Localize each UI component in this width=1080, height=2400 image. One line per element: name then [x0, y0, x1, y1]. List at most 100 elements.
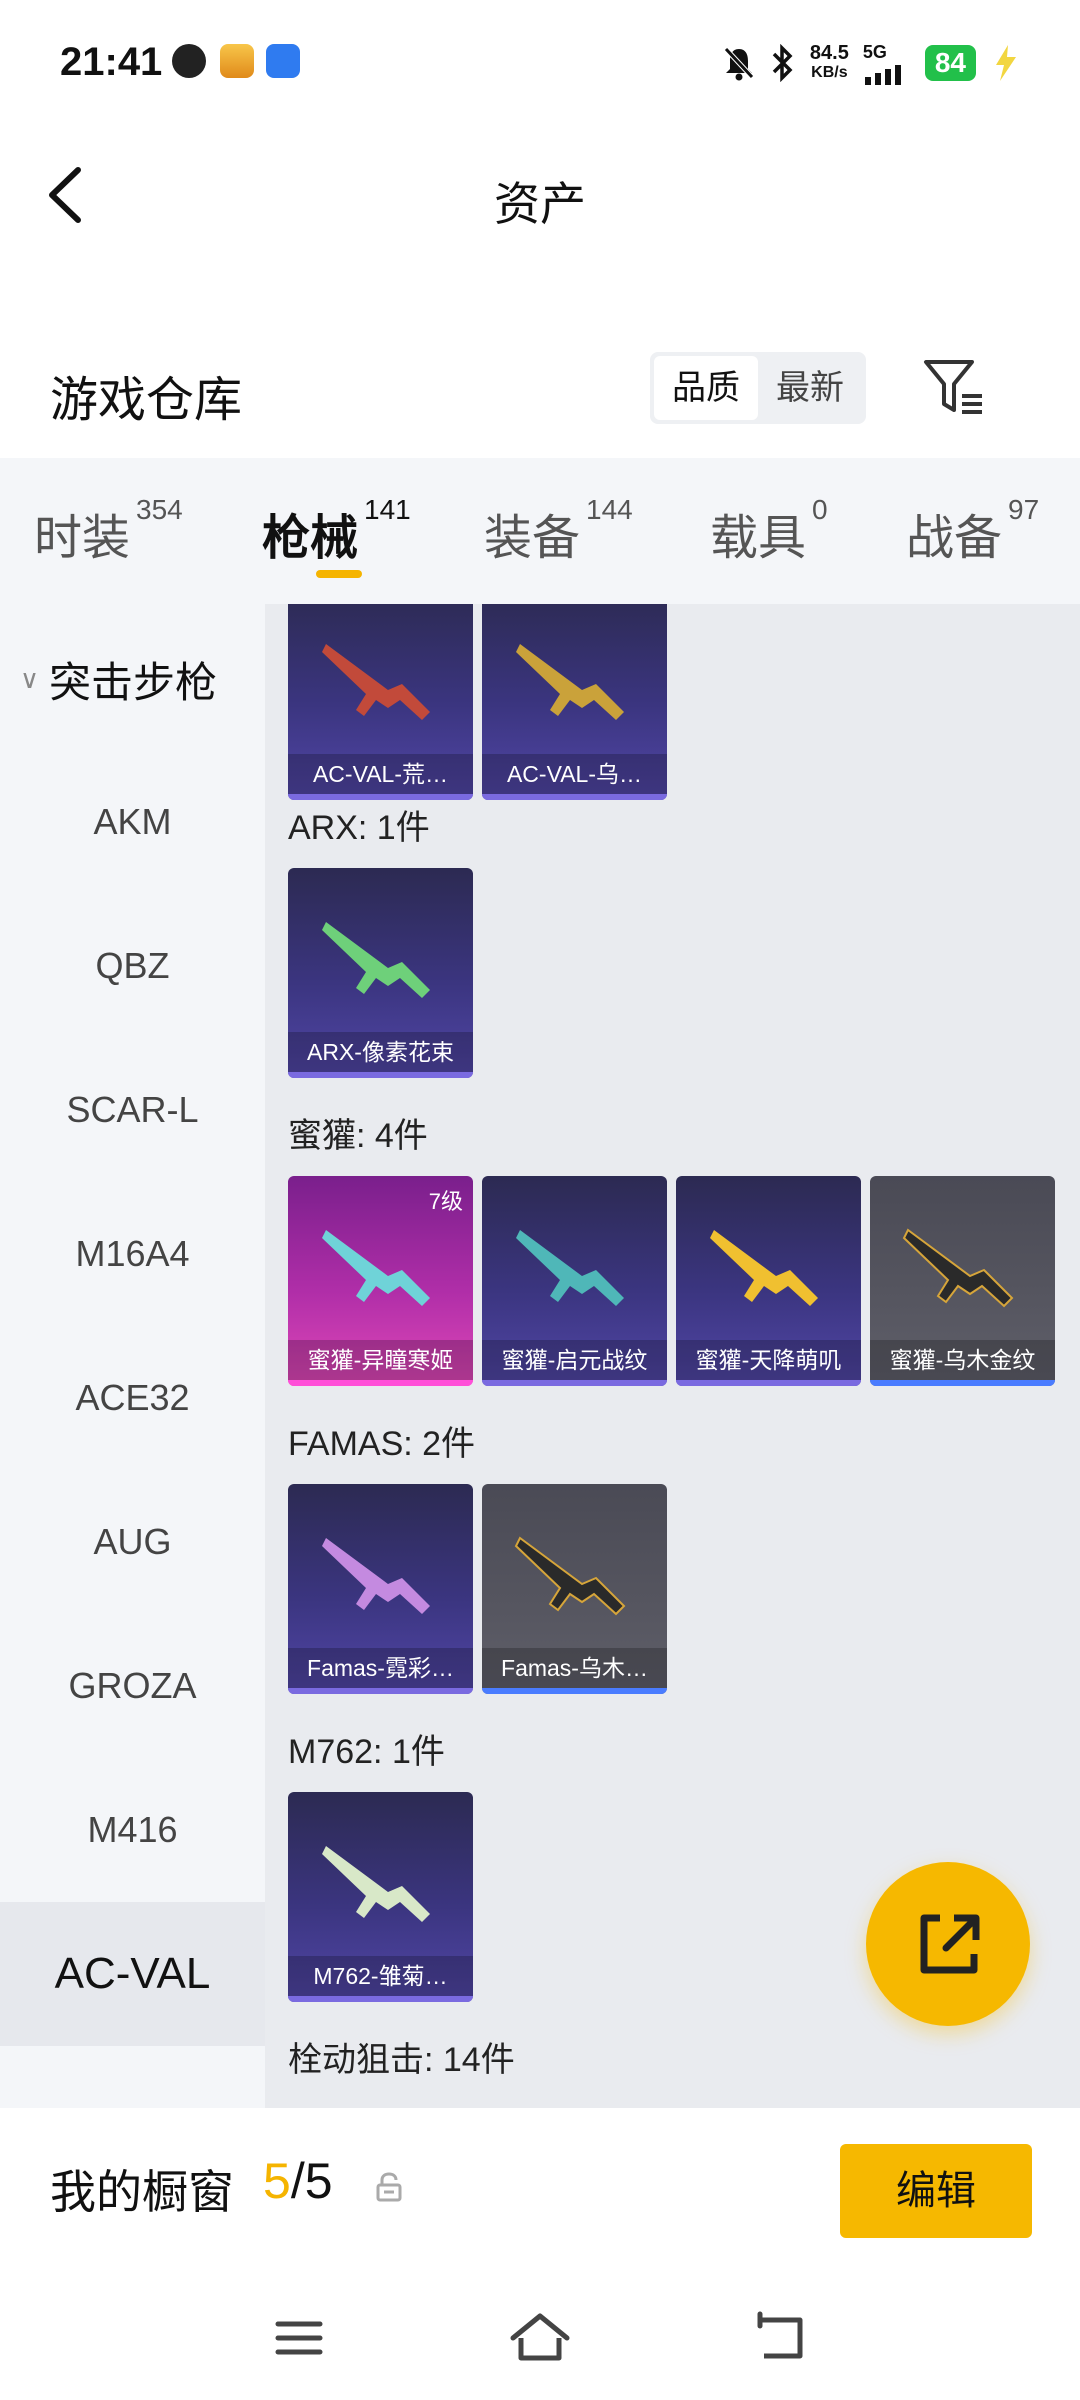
- showcase-separator: /: [290, 2153, 305, 2209]
- weapon-card-label: Famas-霓彩…: [288, 1648, 473, 1688]
- rifle-icon: [322, 1846, 430, 1922]
- group-title-bolt-action-sniper: 栓动狙击: 14件: [288, 2041, 515, 2079]
- showcase-current: 5: [263, 2153, 291, 2209]
- page-title: 资产: [494, 178, 586, 230]
- weapon-card-label: M762-雏菊…: [288, 1956, 473, 1996]
- warehouse-title: 游戏仓库: [50, 374, 243, 427]
- sidebar-item-ac-val[interactable]: AC-VAL: [0, 1902, 265, 2046]
- arx-row: ARX-像素花束: [288, 868, 473, 1078]
- weapon-card-label: Famas-乌木…: [482, 1648, 667, 1688]
- tab-firearms[interactable]: 枪械141: [262, 494, 411, 568]
- net-type: 5G: [862, 41, 887, 62]
- tab-vehicles[interactable]: 载具0: [710, 494, 828, 568]
- rifle-icon: [514, 1536, 626, 1616]
- share-fab-button[interactable]: [866, 1862, 1030, 2026]
- rarity-bar: [288, 1688, 473, 1694]
- active-tab-indicator: [316, 570, 362, 578]
- sort-toggle: 品质 最新: [650, 352, 866, 424]
- sort-newest-button[interactable]: 最新: [758, 356, 862, 420]
- sidebar-group-assault-rifles[interactable]: ∨ 突击步枪: [0, 644, 265, 714]
- weapon-card[interactable]: ARX-像素花束: [288, 868, 473, 1078]
- signal-block: 5G: [863, 42, 911, 85]
- bluetooth-icon: [772, 44, 793, 82]
- rifle-icon: [902, 1228, 1014, 1308]
- net-speed-unit: KB/s: [811, 64, 848, 81]
- edit-showcase-button[interactable]: 编辑: [840, 2144, 1032, 2238]
- tab-vehicles-label: 载具: [710, 512, 807, 565]
- tab-firearms-count: 141: [364, 494, 411, 525]
- weapon-card[interactable]: 蜜獾-启元战纹: [482, 1176, 667, 1386]
- tab-equipment[interactable]: 装备144: [484, 494, 633, 568]
- tab-supplies-count: 97: [1008, 494, 1040, 525]
- sidebar-item-m416[interactable]: M416: [0, 1758, 265, 1902]
- weapon-card-label: 蜜獾-乌木金纹: [870, 1340, 1055, 1380]
- weapon-card-label: AC-VAL-荒…: [288, 754, 473, 794]
- rifle-icon: [516, 644, 624, 720]
- rarity-bar: [288, 1996, 473, 2002]
- weapon-card[interactable]: M762-雏菊…: [288, 1792, 473, 2002]
- weapon-card-label: 蜜獾-异瞳寒姬: [288, 1340, 473, 1380]
- sidebar-item-aug[interactable]: AUG: [0, 1470, 265, 1614]
- sidebar-item-ace32[interactable]: ACE32: [0, 1326, 265, 1470]
- weapon-card[interactable]: 蜜獾-乌木金纹: [870, 1176, 1055, 1386]
- rifle-icon: [322, 1230, 430, 1306]
- honey-badger-row: 7级 蜜獾-异瞳寒姬 蜜獾-启元战纹 蜜獾-天降萌叽 蜜獾-乌木金纹: [288, 1176, 1055, 1386]
- chevron-down-icon: ∨: [20, 663, 40, 694]
- back-nav-icon[interactable]: [746, 2308, 816, 2368]
- rifle-icon: [516, 1230, 624, 1306]
- tab-fashion[interactable]: 时装354: [34, 494, 183, 568]
- game-app-icon: [220, 44, 254, 78]
- broadcast-app-icon: [266, 44, 300, 78]
- weapon-card[interactable]: AC-VAL-乌…: [482, 604, 667, 800]
- sidebar-item-akm[interactable]: AKM: [0, 750, 265, 894]
- sidebar-item-groza[interactable]: GROZA: [0, 1614, 265, 1758]
- net-speed-value: 84.5: [809, 42, 849, 64]
- weapon-card-label: 蜜獾-启元战纹: [482, 1340, 667, 1380]
- system-nav-bar: [0, 2278, 1080, 2400]
- famas-row: Famas-霓彩… Famas-乌木…: [288, 1484, 667, 1694]
- acval-row: AC-VAL-荒… AC-VAL-乌…: [288, 604, 667, 800]
- status-right: 84.5 KB/s 5G 84: [722, 38, 1020, 88]
- showcase-label: 我的橱窗: [50, 2166, 234, 2218]
- weapon-card-label: ARX-像素花束: [288, 1032, 473, 1072]
- weapon-card[interactable]: Famas-乌木…: [482, 1484, 667, 1694]
- showcase-bar: 我的橱窗 5/5 编辑: [0, 2108, 1080, 2278]
- rifle-icon: [322, 922, 430, 998]
- menu-icon[interactable]: [264, 2308, 334, 2368]
- group-title-arx: ARX: 1件: [288, 809, 430, 847]
- status-time: 21:41: [60, 40, 163, 84]
- charging-icon: [996, 45, 1016, 81]
- sort-quality-button[interactable]: 品质: [654, 356, 758, 420]
- category-tabs: 时装354 枪械141 装备144 载具0 战备97: [0, 458, 1080, 604]
- rarity-bar: [288, 1380, 473, 1386]
- rifle-icon: [322, 644, 430, 720]
- net-speed: 84.5 KB/s: [810, 43, 849, 83]
- weapon-card[interactable]: Famas-霓彩…: [288, 1484, 473, 1694]
- weapon-card-label: AC-VAL-乌…: [482, 754, 667, 794]
- weapon-card[interactable]: 蜜獾-天降萌叽: [676, 1176, 861, 1386]
- weapon-type-sidebar: ∨ 突击步枪 AKM QBZ SCAR-L M16A4 ACE32 AUG GR…: [0, 604, 265, 2108]
- rarity-bar: [482, 1380, 667, 1386]
- sidebar-item-qbz[interactable]: QBZ: [0, 894, 265, 1038]
- showcase-count: 5/5: [263, 2152, 333, 2210]
- rarity-bar: [870, 1380, 1055, 1386]
- rarity-bar: [676, 1380, 861, 1386]
- tab-equipment-count: 144: [586, 494, 633, 525]
- weapon-card[interactable]: 7级 蜜獾-异瞳寒姬: [288, 1176, 473, 1386]
- home-icon[interactable]: [505, 2308, 575, 2368]
- group-title-famas: FAMAS: 2件: [288, 1425, 476, 1463]
- sidebar-group-label: 突击步枪: [49, 658, 218, 706]
- tab-fashion-label: 时装: [34, 512, 131, 565]
- rifle-icon: [322, 1538, 430, 1614]
- group-title-m762: M762: 1件: [288, 1733, 445, 1771]
- tab-supplies[interactable]: 战备97: [906, 494, 1039, 568]
- filter-icon[interactable]: [920, 352, 990, 422]
- showcase-total: 5: [304, 2153, 333, 2209]
- sidebar-item-m16a4[interactable]: M16A4: [0, 1182, 265, 1326]
- tab-firearms-label: 枪械: [262, 512, 359, 565]
- weapon-card[interactable]: AC-VAL-荒…: [288, 604, 473, 800]
- signal-icon: [864, 64, 901, 85]
- rarity-bar: [288, 1072, 473, 1078]
- lock-icon: [376, 2172, 402, 2202]
- sidebar-item-scar-l[interactable]: SCAR-L: [0, 1038, 265, 1182]
